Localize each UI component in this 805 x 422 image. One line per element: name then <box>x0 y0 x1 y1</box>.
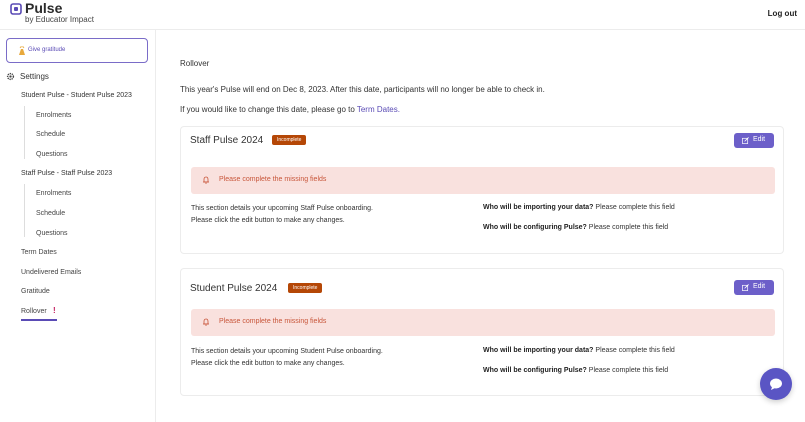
sidebar-item-questions[interactable]: Questions <box>36 151 68 158</box>
edit-button[interactable]: Edit <box>734 280 774 295</box>
sidebar-item-gratitude[interactable]: Gratitude <box>21 288 50 295</box>
sidebar-item-enrolments[interactable]: Enrolments <box>36 190 71 197</box>
alert-message: Please complete the missing fields <box>219 176 327 183</box>
alert-indicator: ! <box>53 306 56 315</box>
field-answer: Please complete this field <box>595 347 675 354</box>
field-configuring-pulse: Who will be configuring Pulse? Please co… <box>483 224 668 231</box>
sidebar-item-undelivered-emails[interactable]: Undelivered Emails <box>21 269 81 276</box>
alert-message: Please complete the missing fields <box>219 318 327 325</box>
sidebar-item-schedule[interactable]: Schedule <box>36 131 65 138</box>
edit-icon <box>742 137 749 144</box>
settings-label: Settings <box>20 72 49 81</box>
sidebar: Give gratitude Settings Student Pulse - … <box>0 30 156 422</box>
field-configuring-pulse: Who will be configuring Pulse? Please co… <box>483 367 668 374</box>
chat-widget-button[interactable] <box>760 368 792 400</box>
active-underline <box>21 319 57 321</box>
field-importing-data: Who will be importing your data? Please … <box>483 347 675 354</box>
pulse-logo-icon <box>10 3 22 15</box>
sidebar-divider <box>24 106 25 159</box>
card-description: This section details your upcoming Stude… <box>191 348 383 355</box>
change-date-text: If you would like to change this date, p… <box>180 105 355 114</box>
field-answer: Please complete this field <box>588 224 669 231</box>
gear-icon <box>6 72 15 81</box>
logout-link[interactable]: Log out <box>768 9 797 18</box>
field-question: Who will be importing your data? <box>483 347 594 354</box>
bell-icon <box>203 318 209 326</box>
missing-fields-alert: Please complete the missing fields <box>191 309 775 336</box>
sidebar-item-questions[interactable]: Questions <box>36 230 68 237</box>
top-bar: Pulse by Educator Impact Log out <box>0 0 805 30</box>
app-subtitle: by Educator Impact <box>25 15 94 24</box>
end-date-notice: This year's Pulse will end on Dec 8, 202… <box>180 85 545 94</box>
field-question: Who will be configuring Pulse? <box>483 367 587 374</box>
status-badge: Incomplete <box>272 135 307 145</box>
edit-label: Edit <box>753 136 766 143</box>
app-title: Pulse <box>25 0 63 16</box>
edit-button[interactable]: Edit <box>734 133 774 148</box>
card-title: Staff Pulse 2024 <box>190 135 264 146</box>
sidebar-item-rollover[interactable]: Rollover <box>21 308 47 315</box>
bell-icon <box>203 176 209 184</box>
card-description: This section details your upcoming Staff… <box>191 205 373 212</box>
sidebar-item-term-dates[interactable]: Term Dates <box>21 249 57 256</box>
change-date-notice: If you would like to change this date, p… <box>180 105 400 114</box>
give-gratitude-button[interactable]: Give gratitude <box>6 38 148 63</box>
edit-label: Edit <box>753 283 766 290</box>
give-gratitude-label: Give gratitude <box>28 47 66 53</box>
chat-bubble-icon <box>770 378 782 390</box>
field-answer: Please complete this field <box>595 204 675 211</box>
student-pulse-card: Student Pulse 2024 Incomplete Edit Pleas… <box>180 268 784 396</box>
card-title: Student Pulse 2024 <box>190 283 278 294</box>
field-question: Who will be configuring Pulse? <box>483 224 587 231</box>
page-title: Rollover <box>180 59 210 68</box>
clapping-hands-icon <box>19 46 25 55</box>
staff-pulse-card: Staff Pulse 2024 Incomplete Edit Please … <box>180 126 784 254</box>
field-importing-data: Who will be importing your data? Please … <box>483 204 675 211</box>
term-dates-link[interactable]: Term Dates. <box>357 105 400 114</box>
field-question: Who will be importing your data? <box>483 204 594 211</box>
missing-fields-alert: Please complete the missing fields <box>191 167 775 194</box>
sidebar-group-student-pulse[interactable]: Student Pulse - Student Pulse 2023 <box>21 92 132 99</box>
card-description: Please click the edit button to make any… <box>191 360 345 367</box>
sidebar-divider <box>24 184 25 237</box>
sidebar-group-staff-pulse[interactable]: Staff Pulse - Staff Pulse 2023 <box>21 170 112 177</box>
sidebar-item-schedule[interactable]: Schedule <box>36 210 65 217</box>
sidebar-item-enrolments[interactable]: Enrolments <box>36 112 71 119</box>
card-description: Please click the edit button to make any… <box>191 217 345 224</box>
edit-icon <box>742 284 749 291</box>
field-answer: Please complete this field <box>588 367 669 374</box>
status-badge: Incomplete <box>288 283 323 293</box>
